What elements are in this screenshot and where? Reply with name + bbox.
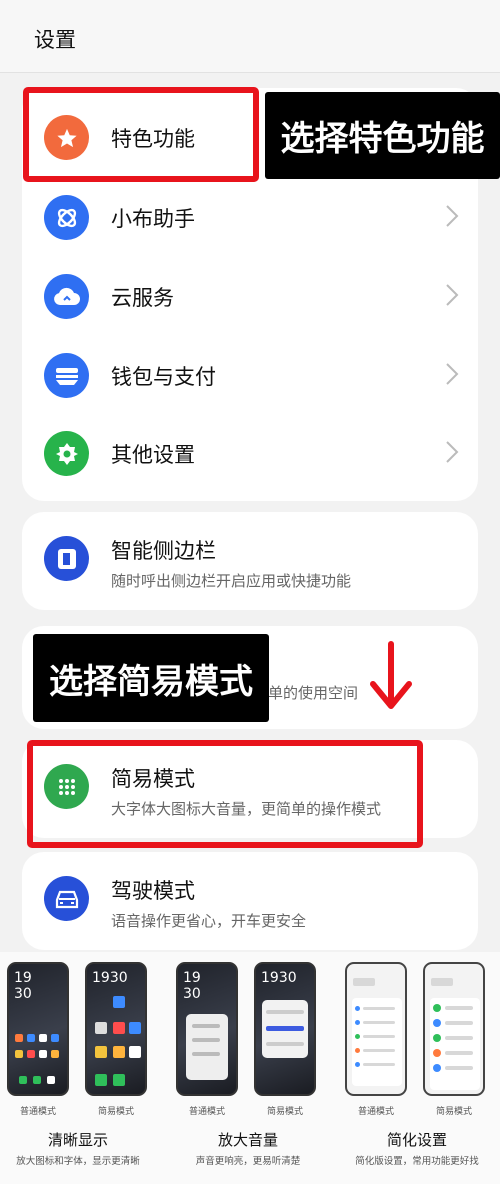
wallet-icon xyxy=(44,353,89,398)
phone-preview-normal-settings xyxy=(345,962,407,1096)
phone-preview-simple-volume: 1930 xyxy=(254,962,316,1096)
menu-item-label: 其他设置 xyxy=(111,443,195,467)
phone-preview-normal-volume: 19 30 xyxy=(176,962,238,1096)
down-arrow-icon xyxy=(370,641,412,709)
preview-caption: 简易模式 xyxy=(97,1107,134,1117)
phone-preview-simple-settings xyxy=(423,962,485,1096)
preview-group-title: 清晰显示 xyxy=(47,1131,108,1149)
highlight-simple-mode xyxy=(27,740,423,848)
preview-caption: 简易模式 xyxy=(266,1107,303,1117)
preview-caption: 普通模式 xyxy=(188,1107,225,1117)
menu-item-label: 驾驶模式 xyxy=(111,879,195,903)
menu-item-other-settings[interactable]: 其他设置 xyxy=(22,414,478,492)
page-title: 设置 xyxy=(34,28,76,52)
menu-item-subtitle: 语音操作更省心，开车更安全 xyxy=(111,912,307,930)
menu-item-wallet[interactable]: 钱包与支付 xyxy=(22,336,478,414)
mode-comparison-preview: 19 30 1930 普通模式 简易模式 清晰显示 放大图标和字体，显示更清晰 1… xyxy=(0,952,500,1184)
clock-hours: 19 xyxy=(14,970,32,986)
assistant-icon xyxy=(44,195,89,240)
clock-inline: 1930 xyxy=(261,970,297,986)
menu-item-label: 云服务 xyxy=(111,286,174,310)
preview-caption: 普通模式 xyxy=(357,1107,394,1117)
menu-item-label: 钱包与支付 xyxy=(111,365,216,389)
clock-hours: 19 xyxy=(183,970,201,986)
menu-item-assistant[interactable]: 小布助手 xyxy=(22,178,478,256)
settings-card-sidebar: 智能侧边栏 随时呼出侧边栏开启应用或快捷功能 xyxy=(22,512,478,610)
sidebar-icon xyxy=(44,536,89,581)
gear-icon xyxy=(44,431,89,476)
settings-card-driving-mode: 驾驶模式 语音操作更省心，开车更安全 xyxy=(22,852,478,950)
preview-caption: 普通模式 xyxy=(19,1107,56,1117)
clock-inline: 1930 xyxy=(92,970,128,986)
menu-item-driving-mode[interactable]: 驾驶模式 语音操作更省心，开车更安全 xyxy=(22,852,478,950)
preview-group-subtitle: 放大图标和字体，显示更清晰 xyxy=(16,1156,140,1167)
phone-preview-normal-display: 19 30 xyxy=(7,962,69,1096)
menu-item-label: 智能侧边栏 xyxy=(111,539,216,563)
preview-caption: 简易模式 xyxy=(435,1107,472,1117)
chevron-right-icon xyxy=(446,441,459,463)
header: 设置 xyxy=(0,0,500,73)
phone-preview-simple-display: 1930 xyxy=(85,962,147,1096)
preview-group-subtitle: 声音更响亮，更易听清楚 xyxy=(195,1156,301,1167)
menu-item-subtitle: 随时呼出侧边栏开启应用或快捷功能 xyxy=(111,572,352,590)
menu-item-smart-sidebar[interactable]: 智能侧边栏 随时呼出侧边栏开启应用或快捷功能 xyxy=(22,512,478,610)
menu-item-label: 小布助手 xyxy=(111,207,195,231)
clock-minutes: 30 xyxy=(183,986,201,1002)
chevron-right-icon xyxy=(446,363,459,385)
chevron-right-icon xyxy=(446,284,459,306)
annotation-tag-simple-mode: 选择简易模式 xyxy=(33,634,269,722)
menu-item-subtitle: 单的使用空间 xyxy=(268,684,359,702)
chevron-right-icon xyxy=(446,205,459,227)
highlight-featured xyxy=(23,87,259,182)
preview-group-subtitle: 简化版设置，常用功能更好找 xyxy=(355,1156,479,1167)
annotation-tag-featured: 选择特色功能 xyxy=(265,92,500,179)
preview-group-title: 放大音量 xyxy=(217,1131,278,1149)
car-icon xyxy=(44,876,89,921)
preview-group-title: 简化设置 xyxy=(386,1131,447,1149)
menu-item-cloud[interactable]: 云服务 xyxy=(22,257,478,335)
cloud-icon xyxy=(44,274,89,319)
clock-minutes: 30 xyxy=(14,986,32,1002)
